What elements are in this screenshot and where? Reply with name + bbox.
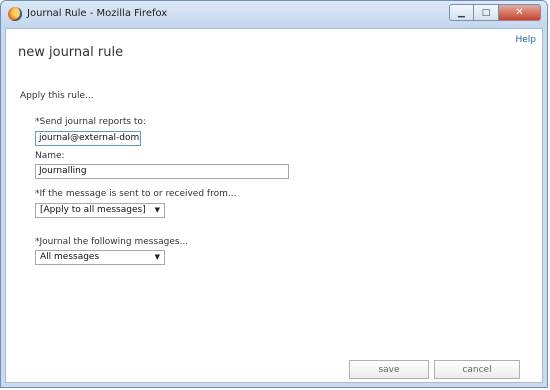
minimize-icon: ▁ (458, 7, 465, 18)
sent-received-select[interactable]: [Apply to all messages] ▼ (35, 203, 165, 218)
minimize-button[interactable]: ▁ (449, 4, 474, 21)
journal-messages-label: *Journal the following messages... (35, 237, 189, 247)
firefox-icon (8, 7, 22, 21)
cancel-button[interactable]: cancel (434, 360, 520, 379)
send-reports-label: *Send journal reports to: (35, 117, 146, 127)
maximize-icon: □ (481, 7, 491, 18)
name-label: Name: (35, 151, 65, 161)
close-icon: ✕ (515, 7, 524, 18)
page-title: new journal rule (18, 45, 124, 60)
sent-received-selected: [Apply to all messages] (40, 205, 146, 215)
help-link[interactable]: Help (515, 35, 536, 45)
apply-rule-intro: Apply this rule... (20, 91, 94, 101)
save-button-label: save (378, 364, 400, 375)
chevron-down-icon: ▼ (154, 206, 160, 214)
close-button[interactable]: ✕ (499, 4, 541, 21)
maximize-button[interactable]: □ (474, 4, 499, 21)
window-controls: ▁ □ ✕ (449, 4, 541, 21)
window-title: Journal Rule - Mozilla Firefox (27, 8, 168, 19)
journal-messages-select[interactable]: All messages ▼ (35, 250, 165, 265)
save-button[interactable]: save (349, 360, 429, 379)
journal-messages-selected: All messages (40, 252, 100, 262)
send-reports-input[interactable]: journal@external-domair (35, 131, 141, 146)
browser-window: Journal Rule - Mozilla Firefox ▁ □ ✕ Hel… (0, 0, 548, 388)
name-input[interactable]: Journalling (35, 164, 289, 179)
cancel-button-label: cancel (462, 364, 492, 375)
title-bar[interactable]: Journal Rule - Mozilla Firefox ▁ □ ✕ (1, 1, 547, 28)
dialog-content: Help new journal rule Apply this rule...… (5, 28, 543, 383)
chevron-down-icon: ▼ (154, 253, 160, 261)
sent-received-label: *If the message is sent to or received f… (35, 189, 237, 199)
